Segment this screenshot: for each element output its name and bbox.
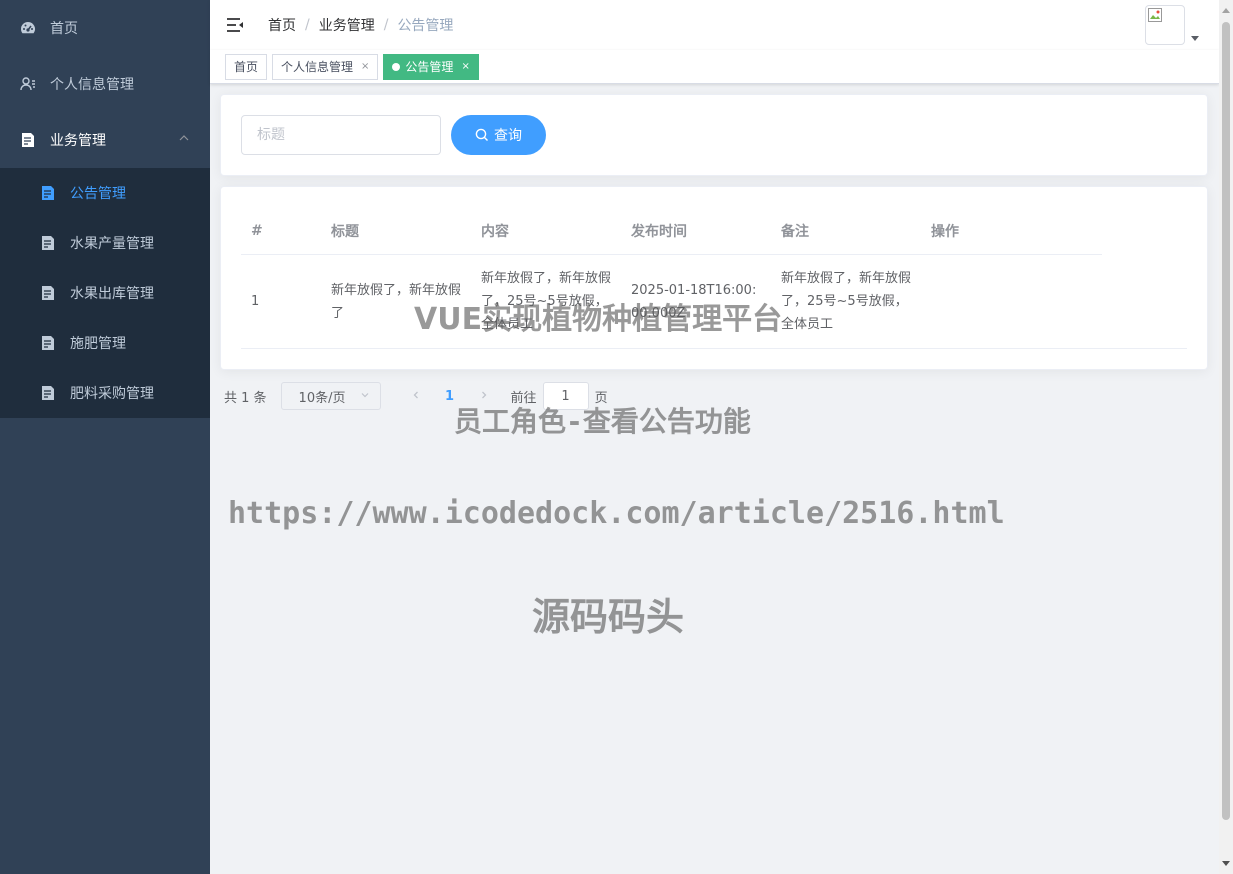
sidebar-item-fertilizing[interactable]: 施肥管理 bbox=[0, 318, 210, 368]
breadcrumb-item-business: 业务管理 bbox=[318, 18, 375, 34]
sidebar-item-profile[interactable]: 个人信息管理 bbox=[0, 56, 210, 112]
watermark-url: https://www.icodedock.com/article/2516.h… bbox=[228, 496, 1005, 531]
document-icon bbox=[20, 132, 36, 148]
close-icon[interactable]: × bbox=[461, 55, 469, 79]
watermark-brand: 源码码头 bbox=[532, 595, 685, 639]
column-header-remark: 备注 bbox=[781, 223, 809, 240]
column-header-content: 内容 bbox=[481, 223, 509, 240]
table-header: # 标题 内容 发布时间 备注 操作 bbox=[241, 207, 1102, 255]
breadcrumb-item-current: 公告管理 bbox=[397, 18, 454, 34]
title-search-input[interactable] bbox=[241, 115, 441, 155]
sidebar-item-notice[interactable]: 公告管理 bbox=[0, 168, 210, 218]
chevron-up-icon bbox=[178, 132, 190, 148]
tag-home[interactable]: 首页 bbox=[225, 53, 268, 80]
sidebar-item-label: 个人信息管理 bbox=[50, 77, 134, 93]
user-icon bbox=[20, 76, 36, 92]
document-icon bbox=[40, 235, 56, 251]
sidebar-item-fruit-outbound[interactable]: 水果出库管理 bbox=[0, 268, 210, 318]
search-button[interactable]: 查询 bbox=[451, 115, 546, 155]
tag-profile[interactable]: 个人信息管理 × bbox=[272, 53, 379, 80]
cell-remark: 新年放假了，新年放假了，25号~5号放假，全体员工 bbox=[781, 271, 912, 332]
chevron-down-icon bbox=[360, 389, 370, 404]
dashboard-icon bbox=[20, 20, 36, 36]
sidebar-item-home[interactable]: 首页 bbox=[0, 0, 210, 56]
caret-down-icon[interactable] bbox=[1191, 36, 1199, 41]
prev-page-icon[interactable] bbox=[401, 389, 431, 404]
document-icon bbox=[40, 185, 56, 201]
document-icon bbox=[40, 385, 56, 401]
close-icon[interactable]: × bbox=[361, 55, 369, 79]
sidebar-item-label: 水果出库管理 bbox=[70, 286, 154, 302]
search-button-label: 查询 bbox=[494, 127, 522, 143]
sidebar: 首页 个人信息管理 业务管理 公告管理 水果产量管理 水果出库管理 施肥管理 肥… bbox=[0, 0, 210, 874]
column-header-actions: 操作 bbox=[931, 223, 959, 240]
next-page-icon[interactable] bbox=[469, 389, 499, 404]
column-header-index: # bbox=[251, 222, 263, 239]
cell-title: 新年放假了，新年放假了 bbox=[331, 282, 462, 321]
sidebar-item-label: 首页 bbox=[50, 21, 78, 37]
tag-label: 首页 bbox=[234, 59, 259, 74]
breadcrumb-item-home[interactable]: 首页 bbox=[268, 15, 296, 35]
user-dropdown[interactable] bbox=[1145, 5, 1199, 45]
column-header-title: 标题 bbox=[331, 223, 359, 240]
document-icon bbox=[40, 335, 56, 351]
page-jumper: 前往 页 bbox=[511, 382, 608, 410]
table-card: # 标题 内容 发布时间 备注 操作 1 新年放假了，新年放假了 新年放假了，新… bbox=[220, 186, 1208, 370]
tag-label: 个人信息管理 bbox=[281, 59, 354, 74]
pagination-total: 共 1 条 bbox=[224, 390, 267, 406]
sidebar-item-business[interactable]: 业务管理 bbox=[0, 112, 210, 168]
sidebar-item-label: 施肥管理 bbox=[70, 336, 126, 352]
breadcrumb-separator: / bbox=[383, 17, 389, 33]
scroll-up-arrow-icon[interactable] bbox=[1222, 8, 1230, 13]
hamburger-menu-icon[interactable] bbox=[210, 0, 260, 50]
sidebar-item-label: 水果产量管理 bbox=[70, 236, 154, 252]
sidebar-item-fruit-yield[interactable]: 水果产量管理 bbox=[0, 218, 210, 268]
cell-publish-time: 2025-01-18T16:00:00.000Z bbox=[631, 282, 757, 321]
breadcrumb-separator: / bbox=[305, 17, 310, 33]
sidebar-submenu: 公告管理 水果产量管理 水果出库管理 施肥管理 肥料采购管理 bbox=[0, 168, 210, 418]
goto-prefix: 前往 bbox=[510, 390, 537, 406]
tag-notice[interactable]: 公告管理 × bbox=[383, 53, 479, 80]
goto-suffix: 页 bbox=[594, 390, 608, 406]
notice-table: # 标题 内容 发布时间 备注 操作 1 新年放假了，新年放假了 新年放假了，新… bbox=[241, 207, 1187, 349]
tag-label: 公告管理 bbox=[405, 59, 454, 74]
active-dot-icon bbox=[392, 62, 401, 71]
page-size-select[interactable]: 10条/页 bbox=[280, 382, 381, 410]
table-row: 1 新年放假了，新年放假了 新年放假了，新年放假了，25号~5号放假，全体员工 … bbox=[241, 255, 1187, 349]
navbar: 首页 / 业务管理 / 公告管理 bbox=[210, 0, 1219, 50]
avatar[interactable] bbox=[1145, 5, 1185, 45]
scrollbar-thumb[interactable] bbox=[1222, 22, 1230, 820]
tags-view: 首页 个人信息管理 × 公告管理 × bbox=[210, 50, 1219, 84]
search-card: 查询 bbox=[220, 94, 1208, 176]
sidebar-item-label: 业务管理 bbox=[50, 133, 106, 149]
pagination: 共 1 条 10条/页 1 前往 页 bbox=[224, 382, 608, 410]
search-icon bbox=[475, 128, 489, 142]
sidebar-item-label: 公告管理 bbox=[70, 186, 126, 202]
scroll-down-arrow-icon[interactable] bbox=[1222, 861, 1230, 866]
document-icon bbox=[40, 285, 56, 301]
sidebar-item-label: 肥料采购管理 bbox=[70, 386, 154, 402]
page-size-value: 10条/页 bbox=[298, 390, 346, 406]
cell-index: 1 bbox=[251, 294, 260, 309]
page-number[interactable]: 1 bbox=[435, 389, 465, 404]
sidebar-item-fertilizer-purchase[interactable]: 肥料采购管理 bbox=[0, 368, 210, 418]
column-header-publish-time: 发布时间 bbox=[631, 223, 687, 240]
breadcrumb: 首页 / 业务管理 / 公告管理 bbox=[268, 15, 453, 35]
goto-page-input[interactable] bbox=[542, 382, 589, 410]
vertical-scrollbar[interactable] bbox=[1219, 0, 1233, 874]
cell-content: 新年放假了，新年放假了，25号~5号放假，全体员工 bbox=[481, 271, 612, 332]
